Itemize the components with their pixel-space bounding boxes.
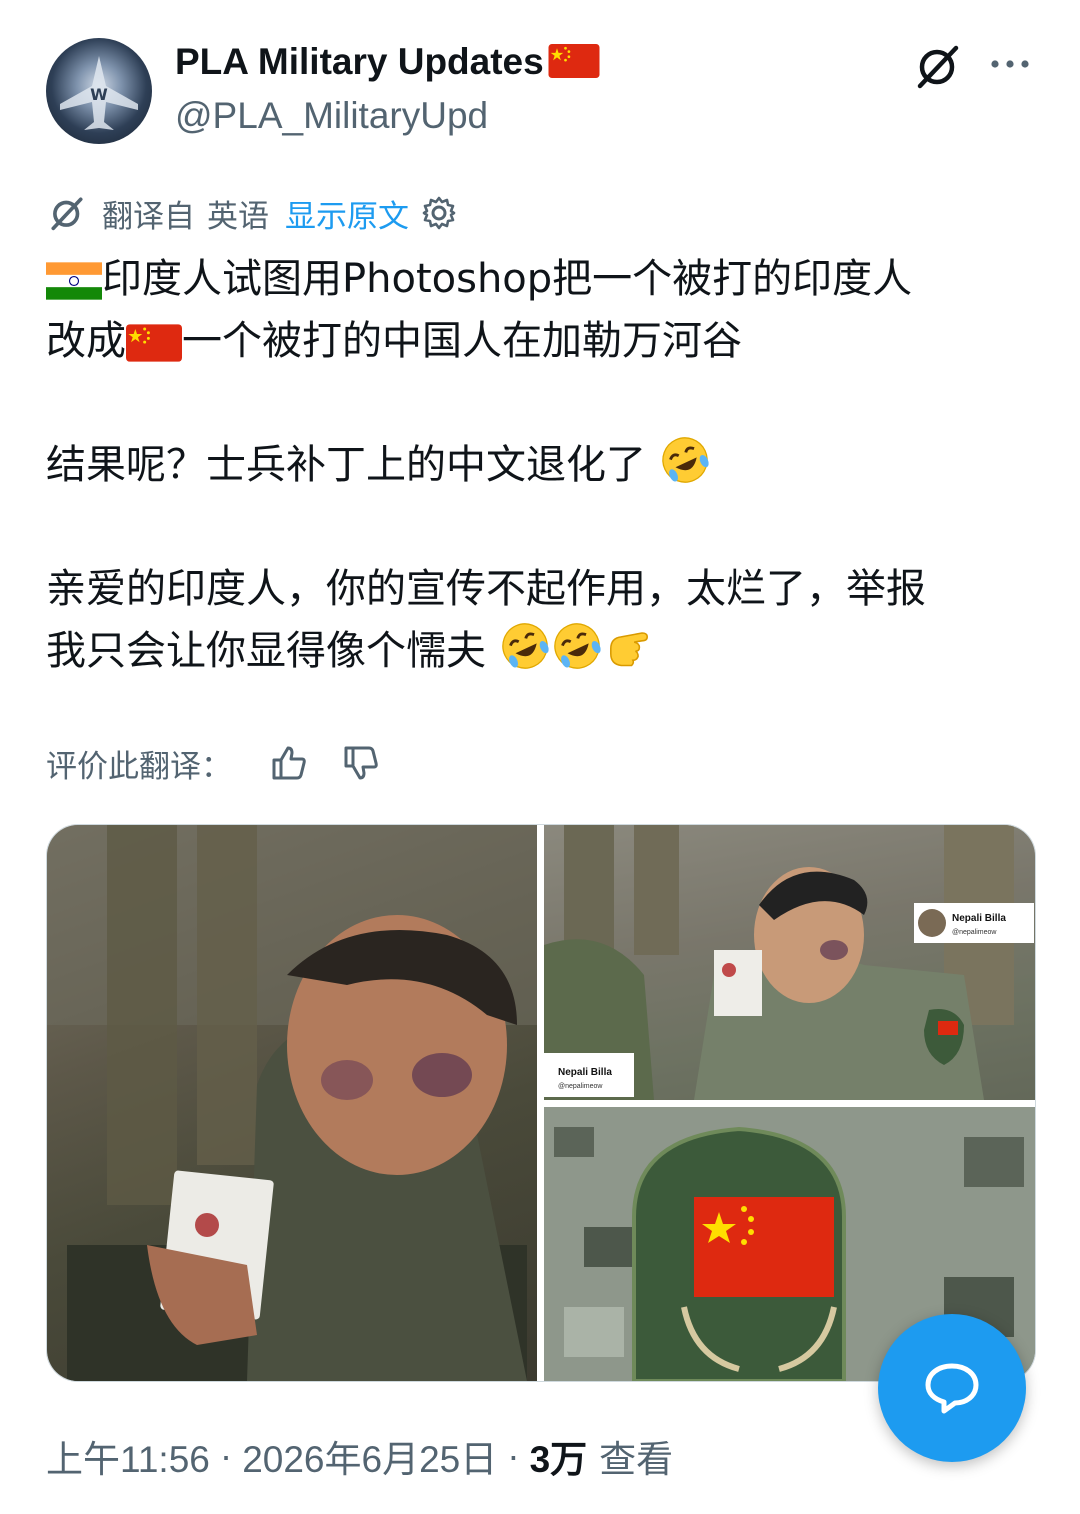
author-avatar[interactable]: W xyxy=(46,38,152,144)
tweet-line-2: 改成 一个被打的中国人在加勒万河谷 xyxy=(46,310,1046,372)
watermark-handle: @nepalimeow xyxy=(952,929,997,936)
tweet-para-3-line-2-text: 我只会让你显得像个懦夫 xyxy=(46,628,486,674)
watermark-handle-2: @nepalimeow xyxy=(558,1083,603,1090)
reply-bubble-icon xyxy=(925,1363,979,1414)
fighter-jet-avatar: W xyxy=(60,56,138,130)
tweet-para-2: 结果呢？士兵补丁上的中文退化了 xyxy=(46,434,1046,496)
tweet-line-2-text: 一个被打的中国人在加勒万河谷 xyxy=(182,318,742,364)
tweet-time[interactable]: 上午11:56 xyxy=(46,1429,210,1483)
grok-icon xyxy=(917,45,959,89)
watermark-name-2: Nepali Billa xyxy=(558,1067,612,1078)
pointing-hand-emoji-icon xyxy=(609,632,648,667)
translated-from-label: 翻译自 xyxy=(102,198,195,235)
author-name-row[interactable]: PLA Military Updates xyxy=(175,40,600,84)
source-language: 英语 xyxy=(207,198,269,235)
grok-button[interactable] xyxy=(912,40,964,92)
views-count[interactable]: 3万 xyxy=(530,1429,588,1483)
tweet-para-3-line-2: 我只会让你显得像个懦夫 xyxy=(46,620,1046,682)
rofl-emoji-icon xyxy=(501,623,549,669)
china-flag-icon xyxy=(126,324,182,362)
photo-2[interactable]: Nepali Billa @nepalimeow Nepali Billa @n… xyxy=(544,825,1035,1100)
tweet-text: 印度人试图用Photoshop把一个被打的印度人 改成 一个被打的中国人在加勒万河… xyxy=(46,248,1046,682)
rate-translation-bar: 评价此翻译： xyxy=(46,738,380,788)
media-grid: Nepali Billa @nepalimeow Nepali Billa @n… xyxy=(46,824,1036,1382)
gear-icon[interactable] xyxy=(421,195,457,231)
photo-1[interactable] xyxy=(47,825,537,1381)
views-label: 查看 xyxy=(599,1439,674,1480)
thumbs-up-icon[interactable] xyxy=(270,744,308,782)
grok-icon xyxy=(51,197,83,231)
rofl-emoji-icon xyxy=(661,437,709,483)
tweet-para-2-text: 结果呢？士兵补丁上的中文退化了 xyxy=(46,442,646,488)
tweet-date[interactable]: 2026年6月25日 xyxy=(242,1429,497,1483)
rate-translation-label: 评价此翻译： xyxy=(46,748,232,785)
tweet-line-2-prefix: 改成 xyxy=(46,318,126,364)
tweet-line-1-text: 印度人试图用Photoshop把一个被打的印度人 xyxy=(102,256,913,302)
thumbs-down-icon[interactable] xyxy=(342,744,380,782)
meta-separator-2: · xyxy=(507,1435,520,1476)
meta-separator: · xyxy=(219,1435,233,1476)
translation-bar: 翻译自 英语 显示原文 xyxy=(46,186,457,240)
tweet-meta: 上午11:56 · 2026年6月25日 · 3万 查看 xyxy=(46,1428,673,1484)
author-name[interactable]: PLA Military Updates xyxy=(175,41,544,82)
more-dots-icon xyxy=(991,60,1029,68)
watermark-name: Nepali Billa xyxy=(952,913,1006,924)
india-flag-icon xyxy=(46,262,102,300)
show-original-link[interactable]: 显示原文 xyxy=(285,191,409,236)
author-handle[interactable]: @PLA_MilitaryUpd xyxy=(175,94,488,138)
rofl-emoji-icon xyxy=(553,623,601,669)
tweet-para-3-line-1: 亲爱的印度人，你的宣传不起作用，太烂了，举报 xyxy=(46,566,926,612)
compose-reply-button[interactable] xyxy=(878,1314,1026,1462)
tweet-line-1: 印度人试图用Photoshop把一个被打的印度人 xyxy=(46,248,1046,310)
china-flag-icon xyxy=(548,44,600,78)
svg-text:W: W xyxy=(90,85,108,104)
more-button[interactable] xyxy=(986,44,1034,84)
